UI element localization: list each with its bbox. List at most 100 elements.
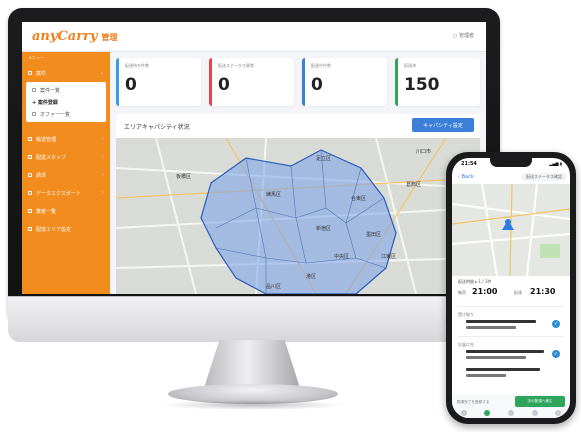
- app-logo[interactable]: anyCarry 管理: [32, 29, 117, 44]
- stat-card-label: 配達済: [404, 63, 416, 68]
- tab-message-icon[interactable]: [531, 410, 538, 416]
- chevron-right-icon: ›: [102, 136, 104, 142]
- invoice-icon: [28, 173, 32, 177]
- sidebar-header: メニュー: [28, 55, 44, 60]
- stat-card-in-transit[interactable]: 配達中件数 0: [302, 58, 387, 106]
- phone-map[interactable]: [452, 184, 570, 276]
- vendors-icon: [28, 209, 32, 213]
- capacity-settings-button[interactable]: キャパシティ設定: [412, 118, 474, 132]
- note-line: [466, 374, 506, 377]
- stat-card-label: 配達待ち件数: [125, 63, 149, 68]
- stand-shadow: [160, 400, 346, 410]
- sidebar: メニュー 案件 ⌄ 案件一覧 + 案件登録 オファー一覧 輸送管理 › 配送スタ…: [22, 52, 110, 294]
- sidebar-item-label: 配送スタッフ: [36, 154, 67, 161]
- map-label: 江東区: [381, 253, 396, 260]
- map-canvas: 足立区 葛飾区 板橋区 練馬区 新宿区 台東区 墨田区 江東区 中央区 港区 品…: [116, 138, 480, 294]
- capacity-map[interactable]: 足立区 葛飾区 板橋区 練馬区 新宿区 台東区 墨田区 江東区 中央区 港区 品…: [116, 138, 480, 294]
- sidebar-item-transport[interactable]: 輸送管理 ›: [22, 130, 110, 148]
- user-menu[interactable]: ○ 管理者: [453, 32, 474, 39]
- stat-card-value: 0: [218, 75, 230, 95]
- sidebar-item-billing[interactable]: 請求 ›: [22, 166, 110, 184]
- monitor-chin: [8, 296, 500, 342]
- phone-tab-bar: [452, 408, 570, 418]
- capacity-region: [200, 149, 397, 294]
- pickup-label: 集荷: [458, 290, 466, 295]
- submenu-label: オファー一覧: [40, 111, 71, 118]
- delivery-panel-header: 配送時間 ▸ 1 / 3件: [458, 279, 492, 284]
- person-icon: [28, 155, 32, 159]
- logo-suffix: 管理: [101, 33, 118, 42]
- area-icon: [28, 227, 32, 231]
- sidebar-item-label: データエクスポート: [36, 190, 81, 197]
- sidebar-item-label: 輸送管理: [36, 136, 57, 143]
- chevron-down-icon: ⌄: [99, 70, 104, 76]
- sidebar-item-export[interactable]: データエクスポート ›: [22, 184, 110, 202]
- tab-history-icon[interactable]: [507, 410, 514, 416]
- submenu-job-list[interactable]: 案件一覧: [26, 84, 106, 96]
- area-capacity-title: エリアキャパシティ状況: [124, 124, 190, 131]
- tab-settings-icon[interactable]: [555, 410, 562, 416]
- next-delivery-button[interactable]: 次の配達へ進む: [515, 396, 565, 407]
- sidebar-item-label: 配達エリア設定: [36, 226, 72, 233]
- stat-card-delivered[interactable]: 配達済 150: [395, 58, 480, 106]
- desktop-screen: anyCarry 管理 ○ 管理者 メニュー 案件 ⌄ 案件一覧 + 案件登録 …: [22, 22, 486, 294]
- phone-frame: 21:54 ▂▄▆ ▮ ‹ Back 配送ステータス確認 配送時間 ▸ 1 / …: [446, 152, 576, 424]
- divider: [458, 336, 564, 337]
- pickup-time: 21:00: [472, 287, 498, 296]
- map-label: 葛飾区: [406, 181, 421, 188]
- chevron-right-icon: ›: [102, 154, 104, 160]
- submenu-label: + 案件登録: [32, 99, 58, 106]
- phone-notch: [490, 158, 532, 167]
- submenu-job-register[interactable]: + 案件登録: [26, 96, 106, 108]
- export-icon: [28, 191, 32, 195]
- chevron-right-icon: ›: [102, 190, 104, 196]
- stat-card-label: 配送ステータス異常: [218, 63, 254, 68]
- chevron-right-icon: ›: [102, 172, 104, 178]
- submenu-offer-list[interactable]: オファー一覧: [26, 108, 106, 120]
- jobs-icon: [28, 71, 32, 75]
- submenu-label: 案件一覧: [40, 87, 61, 94]
- divider: [458, 306, 564, 307]
- location-dot-icon: [505, 219, 511, 225]
- map-label: 川口市: [416, 148, 431, 155]
- stat-card-value: 0: [125, 75, 137, 95]
- stat-card-waiting[interactable]: 配達待ち件数 0: [116, 58, 201, 106]
- list-icon: [32, 88, 36, 92]
- stat-card-label: 配達中件数: [311, 63, 331, 68]
- complete-delivery-button[interactable]: 配達完了を登録する: [457, 397, 507, 407]
- truck-icon: [28, 137, 32, 141]
- map-label: 墨田区: [366, 232, 381, 238]
- sidebar-submenu: 案件一覧 + 案件登録 オファー一覧: [26, 82, 106, 122]
- pickup-address-line: [466, 326, 516, 329]
- stat-card-value: 0: [311, 75, 323, 95]
- map-label: 板橋区: [176, 173, 191, 180]
- sidebar-item-staff[interactable]: 配送スタッフ ›: [22, 148, 110, 166]
- park-area: [540, 244, 560, 258]
- check-icon[interactable]: ✓: [552, 320, 560, 328]
- map-label: 足立区: [316, 155, 331, 162]
- sidebar-item-label: 請求: [36, 172, 47, 179]
- stat-card-error[interactable]: 配送ステータス異常 0: [209, 58, 294, 106]
- area-capacity-panel: エリアキャパシティ状況 キャパシティ設定 足立区 葛飾区 板橋区 練馬区 新宿区…: [116, 114, 480, 294]
- logo-text: anyCarry: [32, 29, 98, 44]
- stat-cards: 配達待ち件数 0 配送ステータス異常 0 配達中件数 0 配達済 150: [116, 58, 480, 106]
- phone-map-canvas: [452, 184, 570, 276]
- phone-screen: 21:54 ▂▄▆ ▮ ‹ Back 配送ステータス確認 配送時間 ▸ 1 / …: [452, 158, 570, 418]
- back-button[interactable]: ‹ Back: [458, 174, 474, 180]
- check-icon[interactable]: ✓: [552, 350, 560, 358]
- tab-home-icon[interactable]: [460, 410, 467, 416]
- signal-battery-icon: ▂▄▆ ▮: [549, 161, 562, 166]
- sidebar-item-label: 案件: [36, 70, 47, 77]
- stop-pickup-label: 受け取り: [458, 312, 474, 317]
- sidebar-item-delivery-area[interactable]: 配達エリア設定: [22, 220, 110, 238]
- map-label: 練馬区: [266, 191, 281, 198]
- status-check-chip[interactable]: 配送ステータス確認: [522, 173, 566, 181]
- delivery-address-line: [466, 356, 526, 359]
- map-label: 中央区: [334, 253, 349, 260]
- delivery-panel: 配送時間 ▸ 1 / 3件 集荷 21:00 配達 21:30 受け取り ✓ お…: [452, 276, 570, 394]
- stat-card-value: 150: [404, 75, 440, 95]
- tab-delivery-icon[interactable]: [484, 410, 491, 416]
- sidebar-item-jobs[interactable]: 案件 ⌄: [22, 64, 110, 82]
- sidebar-item-vendors[interactable]: 業者一覧: [22, 202, 110, 220]
- offer-icon: [32, 112, 36, 116]
